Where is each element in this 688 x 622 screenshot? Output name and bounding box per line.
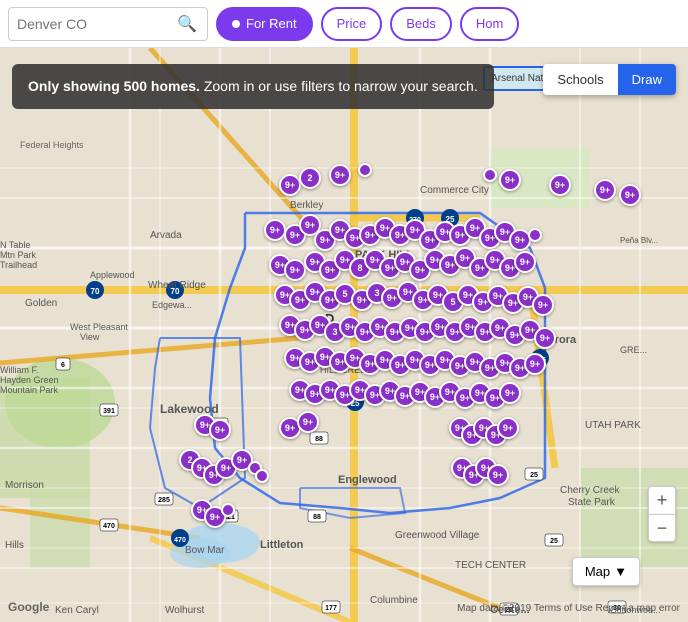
property-marker[interactable]: 9+ (284, 259, 306, 281)
svg-text:70: 70 (91, 287, 100, 296)
svg-text:GRE...: GRE... (620, 345, 647, 355)
svg-text:UTAH PARK: UTAH PARK (585, 420, 641, 431)
search-icon[interactable]: 🔍 (177, 14, 197, 34)
notification-bold: Only showing 500 homes. (28, 78, 200, 94)
notification-banner: Only showing 500 homes. Zoom in or use f… (12, 64, 494, 109)
for-rent-dot (232, 20, 240, 28)
property-marker[interactable]: 9+ (549, 174, 571, 196)
home-type-button[interactable]: Hom (460, 7, 519, 41)
svg-text:285: 285 (158, 497, 170, 504)
beds-button[interactable]: Beds (390, 7, 452, 41)
google-logo: Google (8, 600, 49, 614)
svg-text:88: 88 (313, 514, 321, 521)
for-rent-button[interactable]: For Rent (216, 7, 313, 41)
svg-text:West Pleasant: West Pleasant (70, 322, 128, 332)
property-marker[interactable]: 9+ (499, 169, 521, 191)
property-marker[interactable]: 9+ (264, 219, 286, 241)
svg-text:Trailhead: Trailhead (0, 260, 37, 270)
map-container: 70 70 270 25 25 225 470 6 391 95 88 285 … (0, 48, 688, 622)
svg-text:Applewood: Applewood (90, 270, 135, 280)
map-type-label: Map (585, 564, 610, 579)
svg-text:Golden: Golden (25, 298, 57, 309)
property-marker[interactable]: 9+ (209, 419, 231, 441)
svg-text:View: View (80, 332, 100, 342)
property-marker[interactable]: 9+ (499, 382, 521, 404)
property-marker[interactable]: 9+ (497, 417, 519, 439)
property-marker[interactable]: 9+ (329, 164, 351, 186)
svg-text:Ken Caryl: Ken Caryl (55, 605, 99, 616)
svg-text:Lakewood: Lakewood (160, 402, 219, 416)
svg-text:Greenwood Village: Greenwood Village (395, 530, 480, 541)
property-marker[interactable]: 9+ (514, 251, 536, 273)
schools-button[interactable]: Schools (543, 64, 617, 95)
draw-button[interactable]: Draw (618, 64, 676, 95)
svg-text:Mountain Park: Mountain Park (0, 385, 59, 395)
svg-text:391: 391 (103, 408, 115, 415)
notification-text: Zoom in or use filters to narrow your se… (204, 78, 478, 94)
property-marker[interactable] (221, 503, 235, 517)
svg-text:Hills: Hills (5, 540, 24, 551)
property-marker[interactable]: 2 (299, 167, 321, 189)
property-marker[interactable] (358, 163, 372, 177)
svg-text:Edgewa...: Edgewa... (152, 300, 192, 310)
svg-text:Hayden Green: Hayden Green (0, 375, 59, 385)
svg-text:Wheat Ridge: Wheat Ridge (148, 280, 206, 291)
svg-text:Berkley: Berkley (290, 200, 323, 211)
property-marker[interactable]: 9+ (619, 184, 641, 206)
svg-text:177: 177 (325, 605, 337, 612)
svg-text:Bow Mar: Bow Mar (185, 545, 225, 556)
svg-text:Columbine: Columbine (370, 595, 418, 606)
svg-text:25: 25 (550, 538, 558, 545)
svg-text:Arvada: Arvada (150, 230, 182, 241)
svg-text:Englewood: Englewood (338, 474, 397, 486)
property-marker[interactable]: 9+ (279, 174, 301, 196)
svg-text:Mtn Park: Mtn Park (0, 250, 37, 260)
svg-text:470: 470 (103, 523, 115, 530)
property-marker[interactable] (255, 469, 269, 483)
map-type-button[interactable]: Map ▼ (572, 557, 640, 586)
svg-text:N Table: N Table (0, 240, 30, 250)
svg-text:Cherry Creek: Cherry Creek (560, 485, 620, 496)
svg-text:State Park: State Park (568, 497, 616, 508)
property-marker[interactable] (528, 228, 542, 242)
zoom-in-button[interactable]: + (648, 486, 676, 514)
property-marker[interactable]: 9+ (534, 327, 556, 349)
svg-text:25: 25 (530, 472, 538, 479)
svg-text:Peña Blv...: Peña Blv... (620, 236, 658, 245)
zoom-controls: + − (648, 486, 676, 542)
svg-text:Commerce City: Commerce City (420, 185, 489, 196)
property-marker[interactable]: 9+ (594, 179, 616, 201)
property-marker[interactable]: 9+ (532, 294, 554, 316)
map-attribution: Map data ©2019 Terms of Use Report a map… (457, 603, 680, 614)
zoom-out-button[interactable]: − (648, 514, 676, 542)
svg-text:Morrison: Morrison (5, 480, 44, 491)
svg-text:TECH CENTER: TECH CENTER (455, 560, 526, 571)
search-box[interactable]: Denver CO 🔍 (8, 7, 208, 41)
svg-text:6: 6 (61, 362, 65, 369)
map-type-chevron-icon: ▼ (614, 564, 627, 579)
map-controls-top: Schools Draw (543, 64, 676, 95)
price-button[interactable]: Price (321, 7, 383, 41)
property-marker[interactable]: 9+ (297, 411, 319, 433)
svg-text:Littleton: Littleton (260, 539, 304, 551)
property-marker[interactable]: 9+ (487, 464, 509, 486)
svg-text:88: 88 (315, 436, 323, 443)
svg-text:Federal Heights: Federal Heights (20, 140, 84, 150)
property-marker[interactable]: 9+ (524, 353, 546, 375)
svg-text:William F.: William F. (0, 365, 39, 375)
header: Denver CO 🔍 For Rent Price Beds Hom (0, 0, 688, 48)
search-input[interactable]: Denver CO (17, 16, 177, 32)
property-marker[interactable] (483, 168, 497, 182)
svg-text:Wolhurst: Wolhurst (165, 605, 204, 616)
svg-text:470: 470 (174, 537, 186, 544)
